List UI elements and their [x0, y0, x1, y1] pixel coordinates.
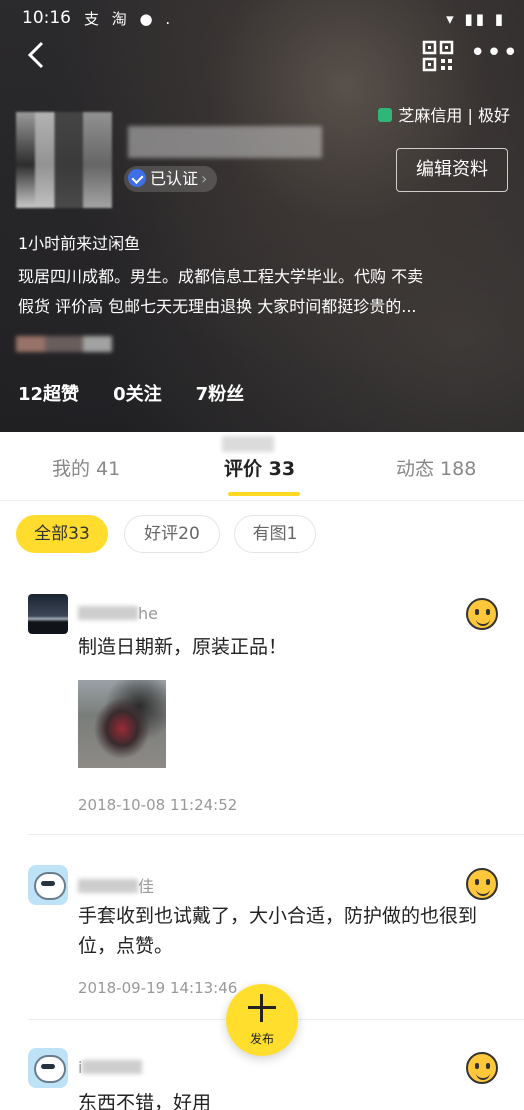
profile-stats: 12超赞 0关注 7粉丝: [18, 380, 278, 406]
status-bar: 10:16 支 淘 ● . ▾ ▮▮ ▮: [22, 8, 506, 32]
review-text: 手套收到也试戴了，大小合适，防护做的也很到位，点赞。: [78, 905, 478, 957]
profile-tabs: 我的 41 评价 33 动态 188: [0, 432, 524, 500]
reviewer-name[interactable]: he: [78, 604, 158, 623]
divider: [28, 834, 524, 835]
smile-thumb-emoji-icon: [466, 1052, 498, 1084]
filter-all[interactable]: 全部33: [16, 515, 108, 553]
edit-profile-button[interactable]: 编辑资料: [396, 148, 508, 192]
qr-code-icon[interactable]: [422, 40, 454, 72]
sesame-credit-icon: [378, 108, 393, 122]
review-date: 2018-09-19 14:13:46: [78, 979, 238, 997]
stat-followers[interactable]: 7粉丝: [196, 380, 245, 406]
smile-thumb-emoji-icon: [466, 868, 498, 900]
name-obscured: [78, 879, 138, 893]
publish-label: 发布: [249, 1032, 274, 1046]
name-obscured: [78, 606, 138, 620]
tab-reviews[interactable]: 评价 33: [224, 454, 295, 481]
reviewer-avatar[interactable]: [28, 865, 68, 905]
name-obscured: [82, 1060, 143, 1074]
tab-mine[interactable]: 我的 41: [52, 454, 120, 481]
smile-thumb-emoji-icon: [466, 598, 498, 630]
review-date: 2018-10-08 11:24:52: [78, 796, 238, 814]
filter-with-image[interactable]: 有图1: [234, 515, 316, 553]
last-seen-text: 1小时前来过闲鱼: [18, 234, 141, 253]
tag-obscured: [16, 336, 112, 352]
active-tab-indicator: [228, 492, 300, 496]
verified-label: 已认证: [150, 169, 199, 188]
reviewer-name[interactable]: i: [78, 1058, 143, 1077]
more-dots-icon[interactable]: •••: [470, 40, 518, 72]
avatar[interactable]: [16, 112, 112, 208]
verified-badge[interactable]: 已认证 ›: [124, 166, 218, 192]
review-photo[interactable]: [78, 680, 166, 768]
back-arrow-icon[interactable]: [20, 38, 54, 72]
sesame-credit-badge[interactable]: 芝麻信用 | 极好: [378, 102, 510, 126]
profile-header: 10:16 支 淘 ● . ▾ ▮▮ ▮ ••• 芝麻信用 | 极好 已认证 › …: [0, 0, 524, 432]
review-filters: 全部33 好评20 有图1: [0, 500, 524, 570]
review-text: 制造日期新，原装正品！: [78, 636, 288, 658]
stat-likes[interactable]: 12超赞: [18, 380, 79, 406]
chevron-right-icon: ›: [201, 169, 208, 188]
watermark-obscured: [222, 436, 274, 452]
reviewer-name[interactable]: 佳: [78, 873, 154, 897]
plus-icon: [248, 994, 276, 1022]
bio-text[interactable]: 现居四川成都。男生。成都信息工程大学毕业。代购 不卖 假货 评价高 包邮七天无理…: [18, 262, 510, 322]
publish-button[interactable]: 发布: [226, 984, 298, 1056]
credit-label: 芝麻信用 | 极好: [398, 106, 510, 125]
status-app-icons: 支 淘 ● .: [84, 10, 175, 28]
reviewer-avatar[interactable]: [28, 1048, 68, 1088]
status-time: 10:16: [22, 8, 71, 28]
username-obscured: [128, 126, 322, 158]
bio-line-1: 现居四川成都。男生。成都信息工程大学毕业。代购 不卖: [18, 267, 424, 286]
system-status-icons: ▾ ▮▮ ▮: [446, 10, 506, 28]
stat-following[interactable]: 0关注: [113, 380, 162, 406]
bio-line-2: 假货 评价高 包邮七天无理由退换 大家时间都挺珍贵的...: [18, 297, 417, 316]
verified-shield-icon: [128, 169, 146, 187]
reviewer-avatar[interactable]: [28, 594, 68, 634]
tab-feed[interactable]: 动态 188: [396, 454, 476, 481]
review-text: 东西不错，好用: [78, 1092, 212, 1110]
filter-positive[interactable]: 好评20: [124, 515, 220, 553]
